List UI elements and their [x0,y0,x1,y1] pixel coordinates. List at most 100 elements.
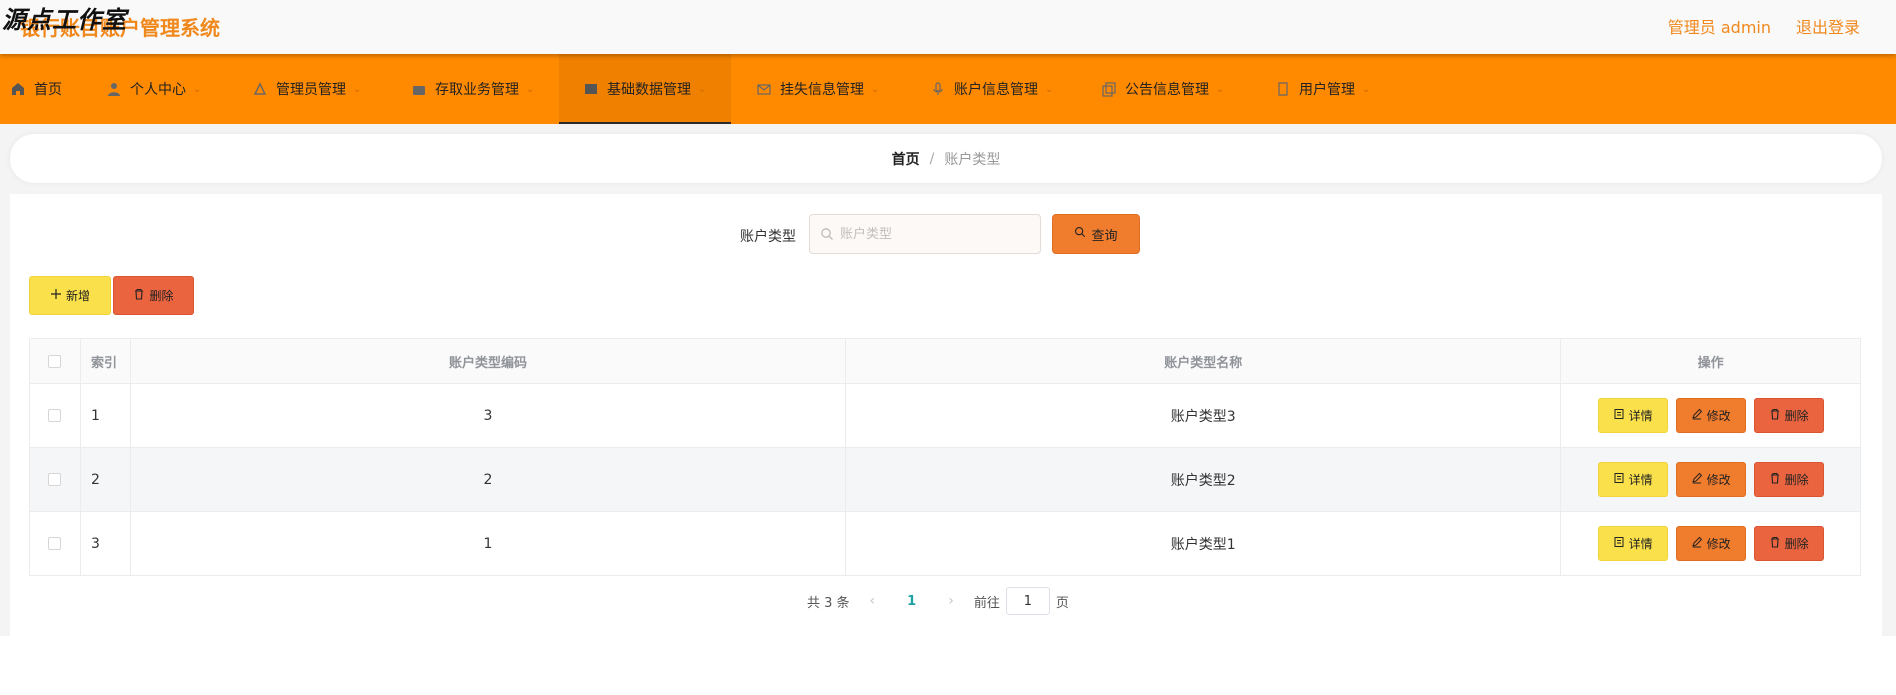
copy-icon [1101,81,1117,97]
detail-button[interactable]: 详情 [1597,462,1668,497]
search-label: 账户类型 [740,229,796,245]
nav-item-users[interactable]: 用户管理 ⌄ [1275,54,1370,124]
nav-item-label: 公告信息管理 [1125,82,1209,98]
table-row: 1 3 账户类型3 详情 修改 删除 [30,383,1860,447]
delete-label: 删除 [1784,409,1809,423]
row-name: 账户类型1 [845,512,1560,575]
user-icon [106,81,122,97]
breadcrumb-home[interactable]: 首页 [892,149,920,169]
edit-label: 修改 [1706,473,1731,487]
nav-item-profile[interactable]: 个人中心 ⌄ [106,54,201,124]
search-icon [1074,226,1086,242]
nav-item-label: 管理员管理 [276,82,346,98]
row-checkbox[interactable] [48,473,62,486]
batch-delete-button[interactable]: 删除 [113,276,194,315]
data-table: 索引 账户类型编码 账户类型名称 操作 1 3 账户类型3 详情 修改 删除 2… [29,338,1861,576]
nav-item-label: 挂失信息管理 [780,82,864,98]
row-code: 2 [129,448,845,511]
top-header: 银行账目账户管理系统 管理员 admin 退出登录 [0,0,1896,54]
nav-item-label: 用户管理 [1299,82,1355,98]
table-header: 索引 账户类型编码 账户类型名称 操作 [30,339,1860,383]
doc-icon [1275,81,1291,97]
row-name: 账户类型2 [845,448,1560,511]
add-button-label: 新增 [65,289,90,303]
select-all-checkbox[interactable] [48,354,62,368]
breadcrumb-current: 账户类型 [944,151,1001,168]
add-button[interactable]: 新增 [29,276,111,315]
nav-item-label: 基础数据管理 [607,82,691,98]
row-checkbox[interactable] [48,409,62,422]
row-actions: 详情 修改 删除 [1560,384,1860,447]
delete-button-label: 删除 [149,289,174,303]
delete-button[interactable]: 删除 [1753,398,1824,433]
delete-button[interactable]: 删除 [1753,462,1824,497]
detail-icon [1613,472,1625,487]
row-index: 3 [79,512,130,575]
pagination-total: 共 3 条 [807,595,850,611]
chevron-down-icon: ⌄ [526,83,535,95]
chevron-down-icon: ⌄ [1216,83,1225,95]
row-name: 账户类型3 [845,384,1560,447]
nav-item-loss-report[interactable]: 挂失信息管理 ⌄ [756,54,879,124]
column-header-name: 账户类型名称 [845,339,1560,383]
nav-item-base-data[interactable]: 基础数据管理 ⌄ [559,54,731,124]
goto-label: 前往 [973,595,1000,611]
breadcrumb: 首页 / 账户类型 [10,134,1882,183]
column-header-index: 索引 [79,339,130,383]
page-number-current[interactable]: 1 [907,594,916,609]
logout-link[interactable]: 退出登录 [1796,14,1860,38]
search-field[interactable] [809,214,1041,254]
detail-button[interactable]: 详情 [1597,526,1668,561]
trash-icon [1769,472,1781,487]
row-checkbox[interactable] [48,537,62,550]
row-actions: 详情 修改 删除 [1560,448,1860,511]
goto-page-input[interactable] [1005,587,1050,615]
edit-button[interactable]: 修改 [1675,462,1746,497]
trash-icon [1769,536,1781,551]
breadcrumb-separator: / [929,150,935,167]
chevron-down-icon: ⌄ [193,83,202,95]
mail-icon [756,81,772,97]
mic-icon [930,81,946,97]
nav-item-home[interactable]: 首页 [10,54,62,124]
edit-button[interactable]: 修改 [1675,526,1746,561]
row-check-cell [30,384,80,447]
admin-icon [252,81,268,97]
prev-page-icon[interactable]: ‹ [870,593,876,609]
row-actions: 详情 修改 删除 [1560,512,1860,575]
row-check-cell [30,512,80,575]
delete-button[interactable]: 删除 [1753,526,1824,561]
row-index: 1 [79,384,130,447]
row-code: 3 [129,384,845,447]
nav-item-transactions[interactable]: 存取业务管理 ⌄ [411,54,534,124]
trash-icon [1769,408,1781,423]
nav-item-account-info[interactable]: 账户信息管理 ⌄ [930,54,1053,124]
search-input[interactable] [840,226,1020,242]
search-button[interactable]: 查询 [1052,214,1140,254]
nav-item-label: 个人中心 [130,82,186,98]
nav-item-admin[interactable]: 管理员管理 ⌄ [252,54,361,124]
edit-button[interactable]: 修改 [1675,398,1746,433]
content-panel: 账户类型 查询 新增 删除 索引 账户类型编码 账户类型名称 操作 [10,194,1882,636]
main-nav: 首页 个人中心 ⌄ 管理员管理 ⌄ 存取业务管理 ⌄ 基础数据管理 ⌄ 挂失信息… [0,54,1896,124]
edit-label: 修改 [1706,409,1731,423]
delete-label: 删除 [1784,537,1809,551]
detail-icon [1613,536,1625,551]
edit-icon [1691,472,1703,487]
pagination: 共 3 条 ‹ 1 › 前往 页 [807,586,1069,616]
watermark-text: 源点工作室 [2,5,127,34]
detail-label: 详情 [1628,537,1653,551]
detail-label: 详情 [1628,409,1653,423]
nav-item-label: 账户信息管理 [954,82,1038,98]
current-user: 管理员 admin [1667,18,1771,37]
column-header-actions: 操作 [1560,339,1860,383]
nav-item-notices[interactable]: 公告信息管理 ⌄ [1101,54,1224,124]
chevron-down-icon: ⌄ [353,83,362,95]
chevron-down-icon: ⌄ [1362,83,1371,95]
nav-item-label: 首页 [34,82,62,98]
edit-icon [1691,536,1703,551]
next-page-icon[interactable]: › [948,593,954,609]
edit-label: 修改 [1706,537,1731,551]
detail-button[interactable]: 详情 [1597,398,1668,433]
trash-icon [133,288,145,303]
